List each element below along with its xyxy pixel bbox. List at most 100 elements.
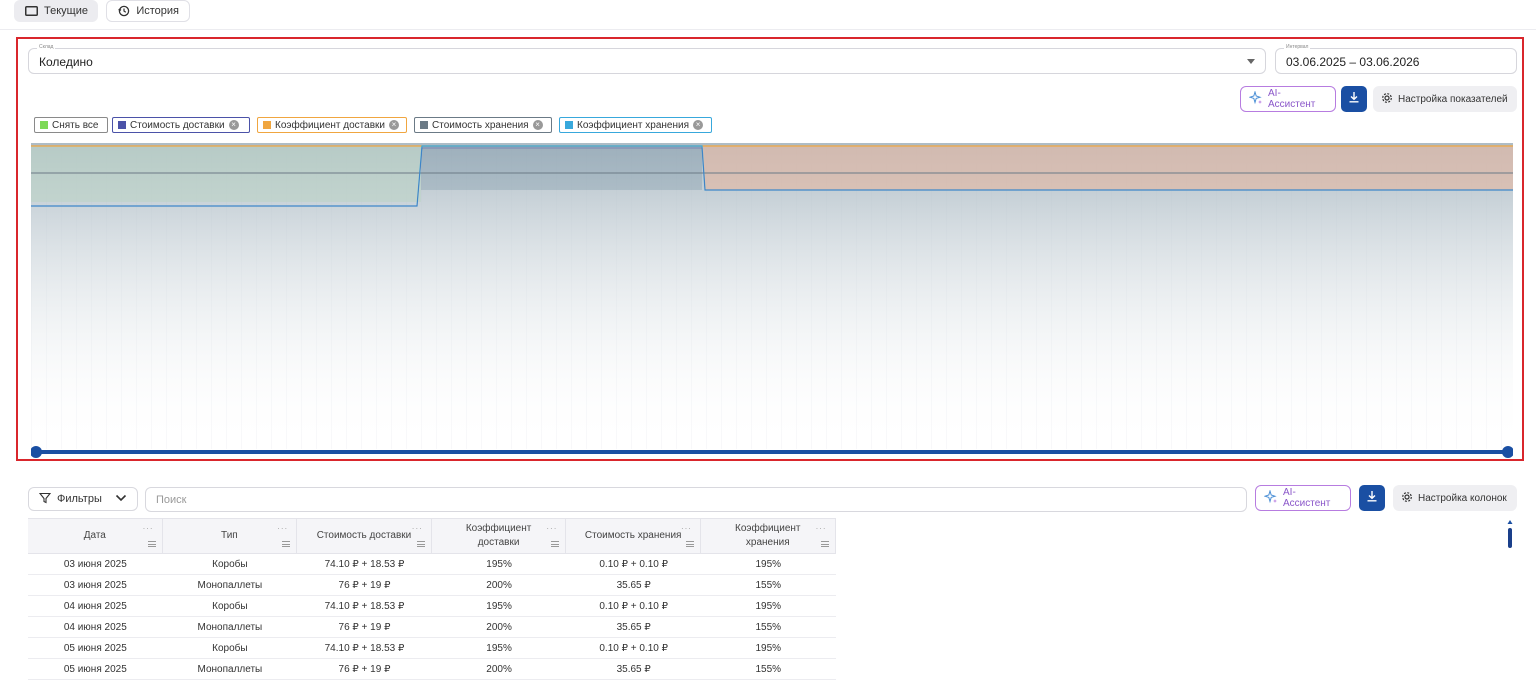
table-download-button[interactable] (1359, 485, 1385, 511)
column-menu-icon[interactable]: ··· (681, 522, 692, 536)
table-cell: 195% (486, 600, 512, 612)
chevron-down-icon[interactable] (1247, 59, 1255, 64)
table-cell: 155% (755, 579, 782, 591)
download-button[interactable] (1341, 86, 1367, 112)
column-header-type[interactable]: Тип ··· (163, 519, 298, 553)
table-cell: Монопаллеты (197, 621, 263, 633)
table-cell: 76 ₽ + 19 ₽ (338, 621, 391, 633)
table-cell: 200% (486, 621, 512, 633)
column-header-label: Стоимость доставки (316, 530, 412, 541)
search-input[interactable]: Поиск (145, 487, 1247, 512)
table-cell: Коробы (212, 600, 248, 612)
legend-chip-storage-cost[interactable]: Стоимость хранения × (414, 117, 552, 133)
tab-history[interactable]: История (106, 0, 190, 22)
table-ai-assistant-label: AI-Ассистент (1283, 487, 1331, 509)
warehouse-select[interactable]: Склад Коледино (28, 44, 1266, 74)
series-area-storage (421, 146, 702, 190)
legend-swatch (420, 121, 428, 129)
table-row[interactable]: 05 июня 2025 Коробы 74.10 ₽ + 18.53 ₽ 195% 0… (28, 638, 836, 659)
close-icon[interactable]: × (693, 120, 704, 130)
table-cell: 05 июня 2025 (63, 642, 127, 654)
legend-chip-label: Стоимость доставки (130, 119, 225, 131)
close-icon[interactable]: × (532, 120, 543, 130)
table-cell: 200% (486, 579, 512, 591)
table-row[interactable]: 03 июня 2025 Коробы 74.10 ₽ + 18.53 ₽ 195% 0… (28, 554, 836, 575)
range-slider[interactable] (30, 445, 1514, 459)
top-tab-bar: Текущие История (0, 0, 1536, 30)
column-filter-icon[interactable] (551, 541, 560, 547)
table-cell: 05 июня 2025 (63, 663, 127, 675)
chart-panel: Склад Коледино Интервал 03.06.2025 – 03.… (16, 37, 1524, 461)
legend-chip-label: Коэффициент хранения (577, 119, 690, 131)
interval-picker[interactable]: Интервал 03.06.2025 – 03.06.2026 (1275, 44, 1517, 74)
column-header-label: Коэффициент хранения (735, 523, 801, 548)
column-menu-icon[interactable]: ··· (277, 522, 288, 536)
table-cell: 195% (755, 600, 782, 612)
column-filter-icon[interactable] (147, 541, 156, 547)
tab-history-label: История (136, 5, 179, 17)
column-menu-icon[interactable]: ··· (143, 522, 154, 536)
range-handle-end[interactable] (1502, 446, 1514, 458)
close-icon[interactable]: × (228, 120, 239, 130)
table-row[interactable]: 04 июня 2025 Монопаллеты 76 ₽ + 19 ₽ 200% 35… (28, 617, 836, 638)
history-icon (117, 5, 130, 17)
column-header-date[interactable]: Дата ··· (28, 519, 163, 553)
column-header-delivery-coef[interactable]: Коэффициент доставки ··· (432, 519, 567, 553)
filter-icon (38, 492, 52, 507)
legend-chip-delivery-cost[interactable]: Стоимость доставки × (112, 117, 250, 133)
tab-current-label: Текущие (44, 5, 88, 17)
vertical-scrollbar[interactable] (1507, 520, 1513, 550)
column-header-storage-cost[interactable]: Стоимость хранения ··· (566, 519, 701, 553)
column-header-delivery-cost[interactable]: Стоимость доставки ··· (297, 519, 432, 553)
column-header-label: Дата (83, 530, 106, 541)
download-icon (1348, 90, 1360, 108)
warehouse-legend: Склад (37, 44, 56, 51)
table-cell: 03 июня 2025 (63, 558, 127, 570)
column-menu-icon[interactable]: ··· (412, 522, 423, 536)
indicator-settings-label: Настройка показателей (1398, 93, 1508, 105)
gear-icon (1381, 92, 1393, 107)
column-menu-icon[interactable]: ··· (546, 522, 557, 536)
table-cell: 195% (486, 642, 512, 654)
table-cell: 35.65 ₽ (616, 621, 651, 633)
table-cell: 195% (755, 642, 782, 654)
table-row[interactable]: 04 июня 2025 Коробы 74.10 ₽ + 18.53 ₽ 195% 0… (28, 596, 836, 617)
column-header-storage-coef[interactable]: Коэффициент хранения ··· (701, 519, 836, 553)
legend-chip-delivery-coef[interactable]: Коэффициент доставки × (257, 117, 407, 133)
table-cell: 155% (755, 663, 782, 675)
column-header-label: Стоимость хранения (584, 530, 682, 541)
legend-chip-label: Коэффициент доставки (275, 119, 385, 131)
table-cell: 0.10 ₽ + 0.10 ₽ (599, 642, 668, 654)
table-cell: 74.10 ₽ + 18.53 ₽ (324, 600, 405, 612)
table-cell: 195% (755, 558, 782, 570)
range-handle-start[interactable] (30, 446, 42, 458)
sparkle-icon (1263, 488, 1278, 507)
filters-label: Фильтры (57, 493, 102, 505)
column-menu-icon[interactable]: ··· (816, 522, 827, 536)
column-filter-icon[interactable] (416, 541, 425, 547)
column-settings-button[interactable]: Настройка колонок (1393, 485, 1517, 511)
filters-button[interactable]: Фильтры (28, 487, 138, 511)
tab-current[interactable]: Текущие (14, 0, 98, 22)
close-icon[interactable]: × (389, 120, 399, 130)
table-cell: 76 ₽ + 19 ₽ (338, 663, 391, 675)
data-table: Дата ··· Тип ··· Стоимость доставки ··· Коэ… (28, 518, 836, 680)
column-filter-icon[interactable] (685, 541, 694, 547)
column-filter-icon[interactable] (820, 541, 829, 547)
table-row[interactable]: 03 июня 2025 Монопаллеты 76 ₽ + 19 ₽ 200% 35… (28, 575, 836, 596)
legend-chip-storage-coef[interactable]: Коэффициент хранения × (559, 117, 712, 133)
table-cell: 04 июня 2025 (63, 600, 127, 612)
legend-chip-label: Снять все (52, 119, 99, 131)
table-cell: 03 июня 2025 (63, 579, 127, 591)
table-row[interactable]: 05 июня 2025 Монопаллеты 76 ₽ + 19 ₽ 200% 35… (28, 659, 836, 680)
table-cell: 35.65 ₽ (616, 579, 651, 591)
download-icon (1366, 489, 1378, 507)
chart-area (31, 143, 1513, 449)
indicator-settings-button[interactable]: Настройка показателей (1373, 86, 1517, 112)
legend-chip-select-all[interactable]: Снять все (34, 117, 108, 133)
ai-assistant-button[interactable]: AI-Ассистент (1240, 86, 1336, 112)
table-cell: 76 ₽ + 19 ₽ (338, 579, 391, 591)
table-ai-assistant-button[interactable]: AI-Ассистент (1255, 485, 1351, 511)
table-cell: 74.10 ₽ + 18.53 ₽ (324, 558, 405, 570)
column-filter-icon[interactable] (282, 541, 291, 547)
